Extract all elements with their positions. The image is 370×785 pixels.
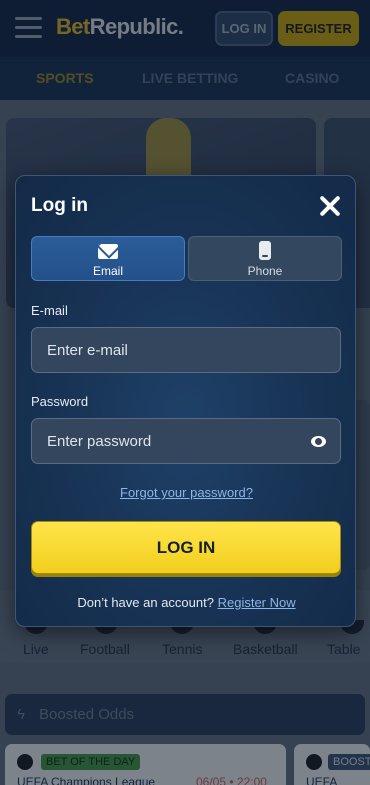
eye-icon[interactable] xyxy=(311,436,326,447)
close-icon[interactable] xyxy=(318,194,342,218)
envelope-icon xyxy=(98,244,118,259)
tab-phone-label: Phone xyxy=(247,264,283,278)
password-field-wrapper xyxy=(31,418,341,464)
email-field[interactable] xyxy=(32,328,340,372)
login-submit-button[interactable]: LOG IN xyxy=(31,521,341,574)
tab-email[interactable]: Email xyxy=(31,236,185,281)
email-label: E-mail xyxy=(31,303,68,318)
login-modal: Log in Email Phone E-mail Password Forgo… xyxy=(15,175,356,627)
register-now-link[interactable]: Register Now xyxy=(218,595,296,610)
password-label: Password xyxy=(31,394,89,409)
tab-phone[interactable]: Phone xyxy=(188,236,342,281)
tab-email-label: Email xyxy=(92,264,123,278)
password-field[interactable] xyxy=(32,419,340,463)
modal-title: Log in xyxy=(31,195,88,216)
phone-icon xyxy=(259,241,271,260)
register-prompt-text: Don’t have an account? xyxy=(77,595,214,610)
register-prompt: Don’t have an account? Register Now xyxy=(16,595,357,610)
forgot-password-link[interactable]: Forgot your password? xyxy=(16,485,357,500)
email-field-wrapper xyxy=(31,327,341,373)
